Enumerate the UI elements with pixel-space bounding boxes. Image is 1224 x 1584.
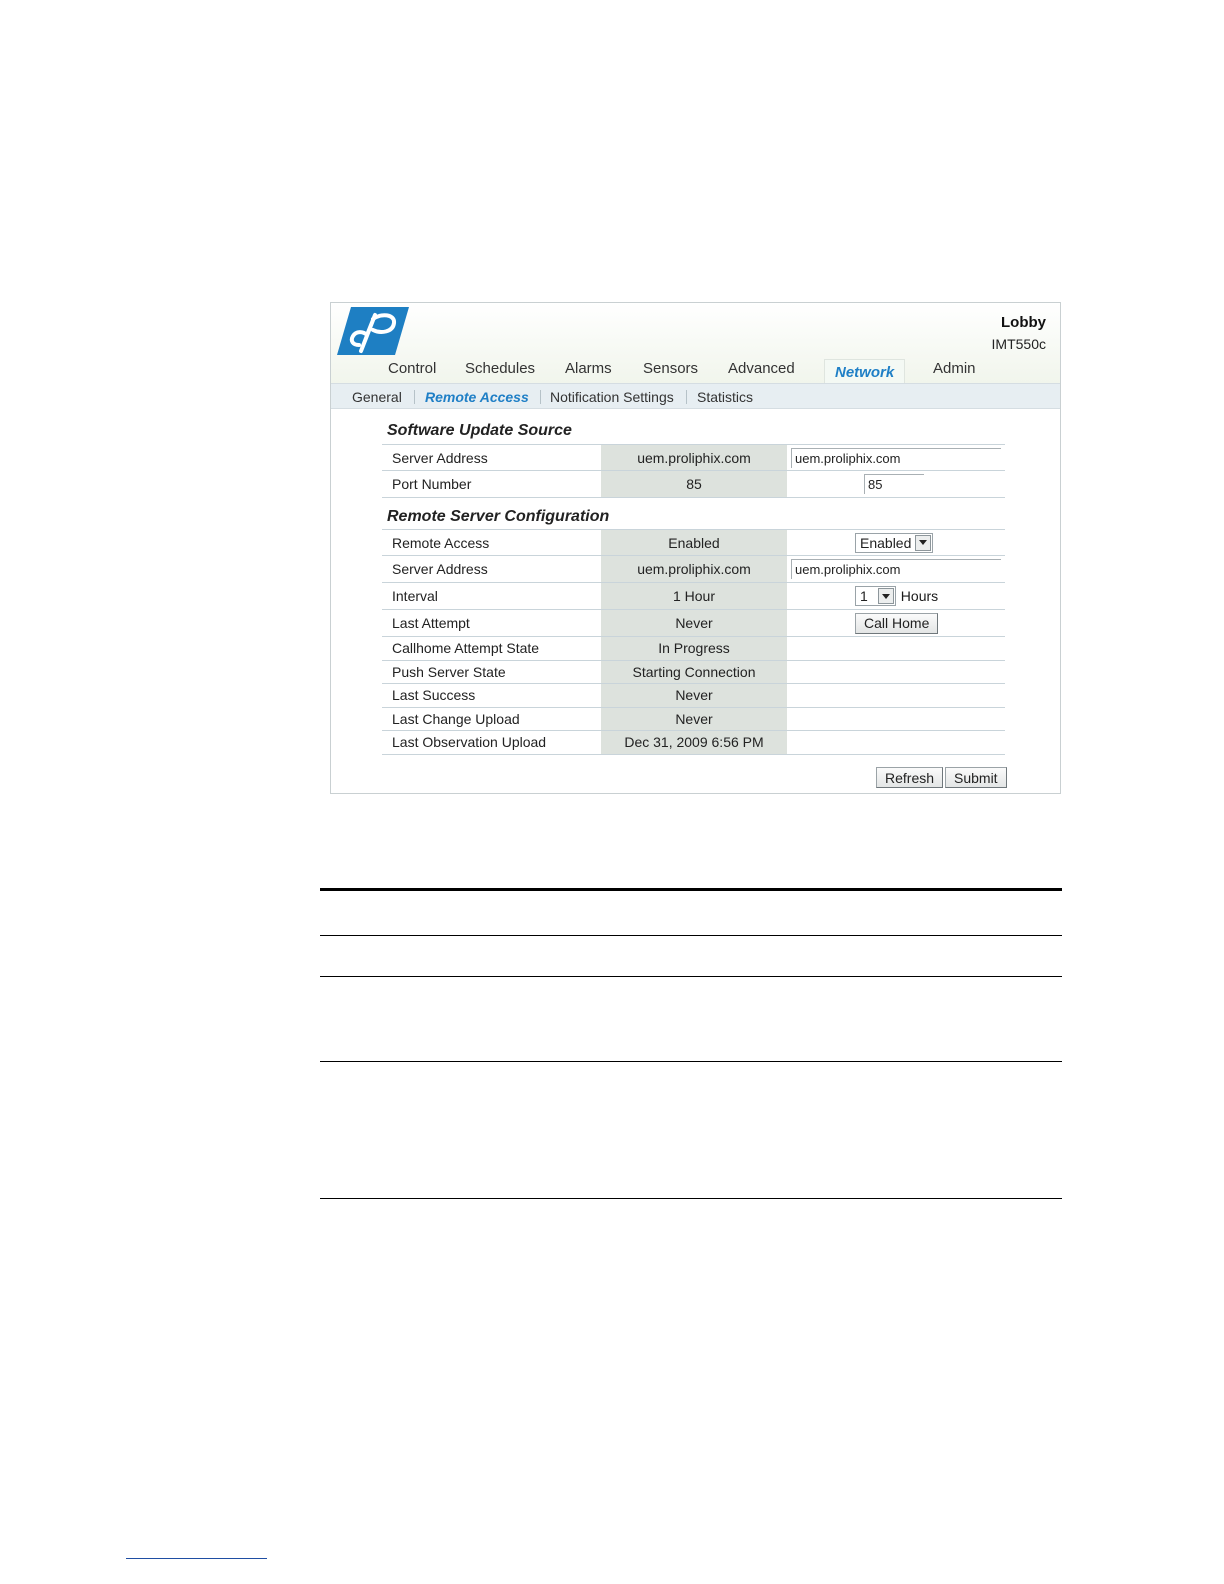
table-rule: [320, 935, 1062, 936]
subtab-statistics[interactable]: Statistics: [697, 389, 753, 405]
current-value: In Progress: [601, 637, 787, 660]
chevron-down-icon[interactable]: [915, 534, 932, 551]
subtab-general[interactable]: General: [352, 389, 402, 405]
tab-sensors[interactable]: Sensors: [643, 360, 698, 377]
tab-advanced[interactable]: Advanced: [728, 360, 795, 377]
table-rule: [320, 976, 1062, 977]
refresh-button[interactable]: Refresh: [876, 767, 944, 788]
header: Lobby IMT550c Control Schedules Alarms S…: [331, 303, 1060, 383]
device-name: Lobby: [1001, 314, 1046, 331]
port-number-input[interactable]: [864, 474, 924, 494]
row-label: Callhome Attempt State: [392, 640, 540, 657]
subnav-divider: [686, 390, 687, 404]
subnav-divider: [414, 390, 415, 404]
device-model: IMT550c: [991, 336, 1046, 352]
row-label: Last Attempt: [392, 615, 470, 631]
table-row: Port Number 85: [382, 471, 1005, 498]
tab-control[interactable]: Control: [388, 360, 436, 377]
current-value: uem.proliphix.com: [601, 556, 787, 582]
interval-unit: Hours: [900, 588, 939, 604]
edit-cell: Call Home: [787, 610, 1005, 636]
tab-admin[interactable]: Admin: [933, 360, 976, 377]
row-label: Last Observation Upload: [392, 734, 547, 751]
remote-server-table: Remote Access Enabled Enabled Server Add…: [382, 529, 1005, 755]
remote-access-select[interactable]: Enabled: [855, 532, 934, 553]
row-label: Port Number: [392, 476, 472, 492]
proliphix-logo-icon: [337, 307, 409, 355]
main-nav: Control Schedules Alarms Sensors Advance…: [331, 357, 1060, 383]
table-row: Last Attempt Never Call Home: [382, 610, 1005, 637]
row-label: Last Success: [392, 687, 476, 704]
call-home-button[interactable]: Call Home: [855, 612, 939, 634]
table-row: Server Address uem.proliphix.com: [382, 556, 1005, 583]
subtab-notification-settings[interactable]: Notification Settings: [550, 389, 674, 405]
row-label: Server Address: [392, 561, 488, 577]
row-label: Remote Access: [392, 534, 490, 551]
row-label: Last Change Upload: [392, 710, 520, 727]
subnav-divider: [540, 390, 541, 404]
current-value: uem.proliphix.com: [601, 445, 787, 470]
empty-cell: [787, 684, 1005, 707]
table-row: Last Observation Upload Dec 31, 2009 6:5…: [382, 731, 1005, 755]
table-row: Last Success Never: [382, 684, 1005, 708]
section-title-software-update: Software Update Source: [387, 422, 572, 439]
table-rule: [320, 1061, 1062, 1062]
chevron-down-icon[interactable]: [877, 588, 894, 604]
edit-cell: Enabled: [787, 530, 1005, 555]
current-value: 1 Hour: [601, 583, 787, 609]
edit-cell: [787, 556, 1005, 582]
current-value: Never: [601, 707, 787, 730]
current-value: Enabled: [601, 530, 787, 555]
sub-nav: General Remote Access Notification Setti…: [331, 383, 1060, 409]
edit-cell: [787, 445, 1005, 470]
select-value: 1: [860, 588, 868, 604]
edit-cell: [787, 471, 1005, 497]
empty-cell: [787, 708, 1005, 731]
table-row: Server Address uem.proliphix.com: [382, 444, 1005, 471]
section-title-remote-server: Remote Server Configuration: [387, 508, 610, 525]
remote-access-screen: Lobby IMT550c Control Schedules Alarms S…: [330, 302, 1061, 794]
tab-schedules[interactable]: Schedules: [465, 360, 535, 377]
submit-button[interactable]: Submit: [945, 767, 1007, 788]
row-label: Server Address: [392, 449, 488, 466]
tab-network[interactable]: Network: [824, 359, 906, 383]
table-row: Remote Access Enabled Enabled: [382, 529, 1005, 556]
software-server-address-input[interactable]: [791, 447, 1001, 468]
table-row: Interval 1 Hour 1 Hours: [382, 583, 1005, 610]
subtab-remote-access[interactable]: Remote Access: [425, 389, 529, 405]
current-value: Dec 31, 2009 6:56 PM: [601, 731, 787, 754]
current-value: 85: [601, 471, 787, 497]
current-value: Never: [601, 610, 787, 636]
current-value: Never: [601, 684, 787, 707]
software-update-table: Server Address uem.proliphix.com Port Nu…: [382, 444, 1005, 498]
table-row: Last Change Upload Never: [382, 707, 1005, 731]
tab-alarms[interactable]: Alarms: [565, 360, 612, 377]
table-row: Callhome Attempt State In Progress: [382, 637, 1005, 661]
table-bottom-rule: [320, 1198, 1062, 1199]
table-row: Push Server State Starting Connection: [382, 660, 1005, 684]
select-value: Enabled: [860, 534, 912, 551]
remote-server-address-input[interactable]: [791, 559, 1001, 579]
interval-select[interactable]: 1: [855, 586, 896, 606]
footnote-rule: [126, 1558, 267, 1559]
edit-cell: 1 Hours: [787, 583, 1005, 609]
row-label: Push Server State: [392, 663, 506, 680]
table-top-rule: [320, 888, 1062, 891]
empty-cell: [787, 637, 1005, 660]
empty-cell: [787, 661, 1005, 684]
empty-cell: [787, 731, 1005, 754]
current-value: Starting Connection: [601, 660, 787, 683]
row-label: Interval: [392, 588, 438, 604]
